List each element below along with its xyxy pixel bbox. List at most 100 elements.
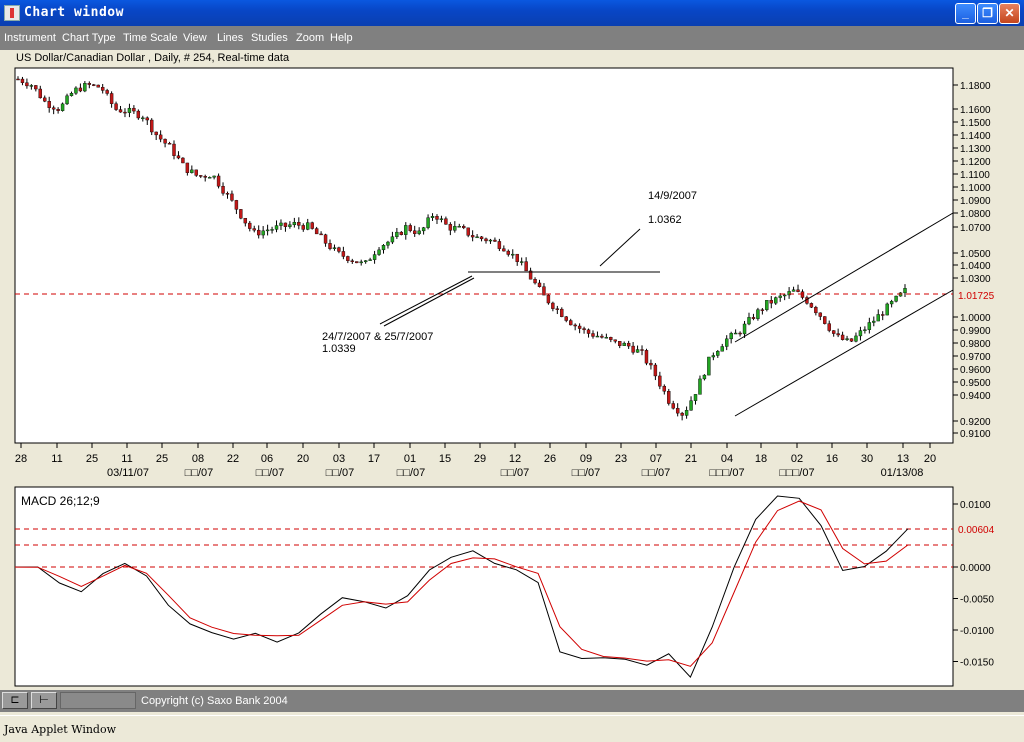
price-chart[interactable]: 1.1800 1.1600 1.1500 1.1400 1.1300 1.1200 1.11… xyxy=(0,66,1024,483)
java-cup-icon xyxy=(4,5,20,21)
candle-body xyxy=(707,356,711,376)
menu-zoom[interactable]: Zoom xyxy=(296,32,324,44)
month-label: □□/07 xyxy=(642,467,671,479)
candle-body xyxy=(644,350,649,364)
candle-body xyxy=(167,143,172,145)
macd-tick-label: -0.0050 xyxy=(960,595,994,606)
macd-plot-area[interactable] xyxy=(14,486,954,687)
date-tick-label: 11 xyxy=(121,453,132,465)
candle-body xyxy=(314,228,319,235)
candle-body xyxy=(818,312,823,317)
candle-body xyxy=(881,314,885,316)
date-tick-label: 08 xyxy=(192,453,204,465)
menu-chart-type[interactable]: Chart Type xyxy=(62,32,116,44)
price-tick-label: 1.1200 xyxy=(960,157,991,168)
candle-body xyxy=(292,222,297,226)
candle-body xyxy=(800,291,805,298)
candle-body xyxy=(774,297,778,304)
date-tick-label: 18 xyxy=(755,453,767,465)
price-tick-label: 0.9100 xyxy=(960,429,991,440)
price-tick-label: 1.1100 xyxy=(960,170,990,181)
date-tick-label: 07 xyxy=(650,453,662,465)
menu-instrument[interactable]: Instrument xyxy=(4,32,56,44)
date-tick-label: 28 xyxy=(15,453,27,465)
candle-body xyxy=(533,278,537,284)
price-tick-label: 1.1000 xyxy=(960,183,991,194)
price-tick-label: 1.0900 xyxy=(960,196,991,207)
title-bar[interactable]: Chart window _ ❐ ✕ xyxy=(0,0,1024,26)
candle-body xyxy=(163,138,167,144)
minimize-icon: _ xyxy=(962,6,969,20)
candle-body xyxy=(199,175,203,177)
restore-button[interactable]: ❐ xyxy=(977,3,998,24)
annotation-1-price: 1.0339 xyxy=(322,343,356,355)
candle-body xyxy=(751,317,756,319)
candle-body xyxy=(836,333,840,336)
applet-label: Java Applet Window xyxy=(4,723,117,736)
candle-body xyxy=(145,117,149,121)
candle-body xyxy=(885,303,889,316)
candle-body xyxy=(417,230,421,234)
candle-body xyxy=(693,394,698,401)
candle-body xyxy=(194,169,198,176)
candle-body xyxy=(141,117,145,120)
candle-body xyxy=(756,309,760,319)
date-tick-label: 15 xyxy=(439,453,451,465)
candle-body xyxy=(894,295,898,302)
candle-body xyxy=(876,314,880,322)
candle-body xyxy=(511,253,515,256)
candle-body xyxy=(404,225,408,235)
menu-view[interactable]: View xyxy=(183,32,207,44)
candle-body xyxy=(239,209,243,219)
candle-body xyxy=(60,103,65,111)
candle-body xyxy=(136,110,141,119)
date-tick-label: 20 xyxy=(297,453,309,465)
candle-body xyxy=(542,286,546,296)
menu-time-scale[interactable]: Time Scale xyxy=(123,32,178,44)
minimize-button[interactable]: _ xyxy=(955,3,976,24)
candle-body xyxy=(109,93,114,104)
date-tick-label: 26 xyxy=(544,453,556,465)
pan-tool-button[interactable]: ⊏ xyxy=(2,692,28,709)
candle-body xyxy=(854,335,858,342)
macd-chart[interactable]: MACD 26;12;9 0.0100 0.0000 -0.0050 -0.0100 -… xyxy=(0,483,1024,688)
menu-studies[interactable]: Studies xyxy=(251,32,288,44)
candle-body xyxy=(341,251,346,257)
month-label: □□/07 xyxy=(256,467,285,479)
price-tick-label: 0.9700 xyxy=(960,352,991,363)
date-tick-label: 30 xyxy=(861,453,873,465)
crosshair-tool-button[interactable]: ⊢ xyxy=(31,692,57,709)
candle-body xyxy=(386,241,390,246)
candle-body xyxy=(653,364,658,377)
candle-body xyxy=(457,226,461,228)
candle-body xyxy=(577,325,582,329)
candle-body xyxy=(729,333,733,340)
candle-body xyxy=(408,225,412,231)
candle-body xyxy=(863,329,867,331)
candle-body xyxy=(181,157,185,164)
month-label: □□□/07 xyxy=(779,467,814,479)
candle-body xyxy=(840,334,845,340)
candle-body xyxy=(555,308,560,310)
candle-body xyxy=(270,229,274,231)
menu-help[interactable]: Help xyxy=(330,32,353,44)
menu-lines[interactable]: Lines xyxy=(217,32,243,44)
candle-body xyxy=(640,349,644,351)
candle-body xyxy=(274,225,279,230)
copyright-text: Copyright (c) Saxo Bank 2004 xyxy=(141,695,288,707)
date-tick-label: 02 xyxy=(791,453,803,465)
candle-body xyxy=(600,335,604,338)
candle-body xyxy=(243,217,248,224)
candle-body xyxy=(769,300,773,304)
candle-body xyxy=(675,408,680,414)
price-plot-area[interactable] xyxy=(14,67,954,444)
candle-body xyxy=(814,307,818,314)
candle-body xyxy=(444,218,448,225)
candle-body xyxy=(582,328,586,331)
close-button[interactable]: ✕ xyxy=(999,3,1020,24)
candle-body xyxy=(230,193,234,201)
candle-body xyxy=(845,338,849,340)
candle-body xyxy=(626,342,631,347)
candle-body xyxy=(573,324,577,327)
candle-body xyxy=(435,216,439,220)
